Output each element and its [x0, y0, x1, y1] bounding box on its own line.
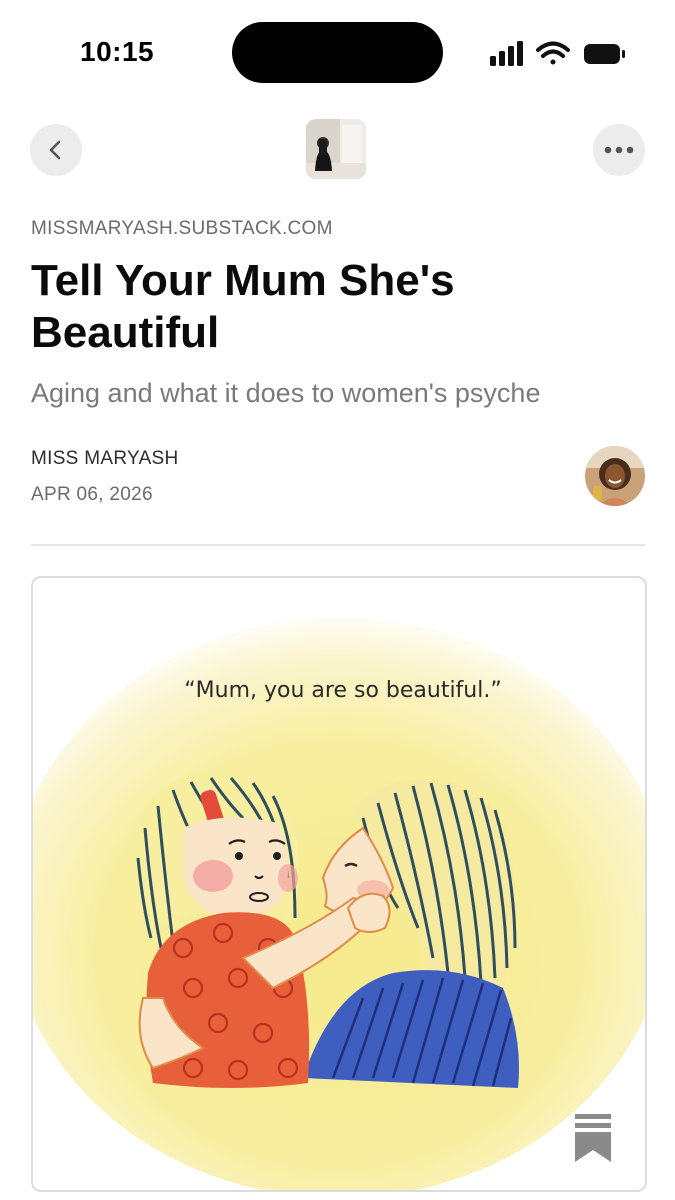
image-caption: “Mum, you are so beautiful.”	[184, 678, 502, 703]
ellipsis-icon	[604, 146, 634, 154]
publication-domain[interactable]: MISSMARYASH.SUBSTACK.COM	[31, 218, 333, 240]
header-divider	[31, 544, 645, 546]
more-options-button[interactable]	[593, 124, 645, 176]
chevron-left-icon	[49, 140, 61, 160]
article-title: Tell Your Mum She's Beautiful	[31, 256, 455, 357]
wifi-icon	[536, 41, 570, 65]
status-time: 10:15	[80, 36, 155, 67]
mother-child-illustration	[33, 578, 645, 1190]
publish-date: APR 06, 2026	[31, 484, 153, 505]
article-image[interactable]: “Mum, you are so beautiful.”	[31, 576, 647, 1192]
author-avatar[interactable]	[585, 446, 645, 506]
dynamic-island	[232, 22, 443, 83]
cellular-signal-icon	[490, 41, 523, 66]
bookmark-icon[interactable]	[573, 1114, 613, 1164]
author-name[interactable]: MISS MARYASH	[31, 448, 179, 470]
status-icons	[490, 38, 630, 70]
status-bar: 10:15	[0, 0, 675, 100]
article-subtitle: Aging and what it does to women's psyche	[31, 378, 541, 408]
back-button[interactable]	[30, 124, 82, 176]
publication-avatar[interactable]	[306, 119, 366, 179]
battery-icon	[584, 44, 625, 64]
